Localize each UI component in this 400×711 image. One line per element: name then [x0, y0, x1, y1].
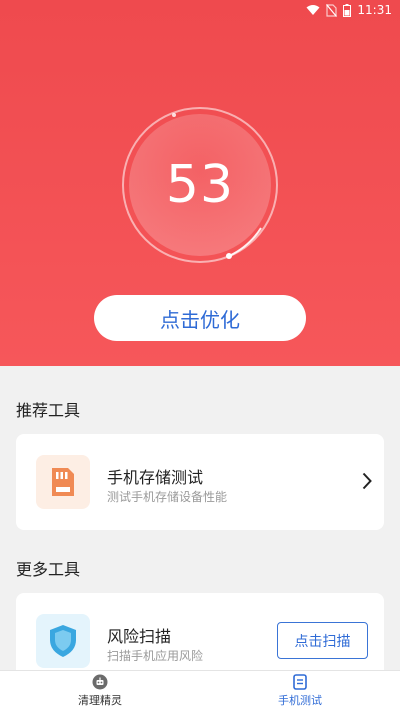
status-bar: 11:31 — [0, 0, 400, 22]
storage-test-card[interactable]: 手机存储测试 测试手机存储设备性能 — [16, 434, 384, 530]
clipboard-icon — [293, 674, 307, 690]
clock-text: 11:31 — [357, 3, 392, 17]
battery-icon — [343, 3, 352, 17]
bottom-nav: 清理精灵 手机测试 — [0, 670, 400, 711]
no-sim-icon — [326, 3, 338, 17]
wifi-icon — [306, 4, 320, 16]
score-value: 53 — [165, 155, 235, 215]
tab-cleaner-label: 清理精灵 — [78, 694, 122, 707]
storage-icon-tile — [36, 455, 90, 509]
status-icons: 11:31 — [306, 3, 392, 17]
more-section-title: 更多工具 — [16, 560, 81, 579]
tab-phone-test[interactable]: 手机测试 — [200, 671, 400, 711]
shield-icon — [48, 624, 78, 658]
sd-card-icon — [50, 466, 76, 498]
risk-icon-tile — [36, 614, 90, 668]
tab-cleaner[interactable]: 清理精灵 — [0, 671, 200, 711]
robot-icon — [92, 674, 108, 690]
optimize-button[interactable]: 点击优化 — [94, 295, 306, 341]
tab-phone-test-label: 手机测试 — [278, 694, 322, 707]
score-ring: 53 — [121, 106, 279, 264]
storage-test-subtitle: 测试手机存储设备性能 — [107, 490, 228, 504]
risk-scan-title: 风险扫描 — [107, 627, 172, 646]
chevron-right-icon — [362, 472, 372, 490]
scan-button[interactable]: 点击扫描 — [277, 622, 368, 659]
storage-test-title: 手机存储测试 — [107, 468, 204, 487]
hero-panel: 11:31 53 点击优化 — [0, 0, 400, 366]
risk-scan-subtitle: 扫描手机应用风险 — [107, 649, 204, 663]
recommended-section-title: 推荐工具 — [16, 401, 81, 420]
